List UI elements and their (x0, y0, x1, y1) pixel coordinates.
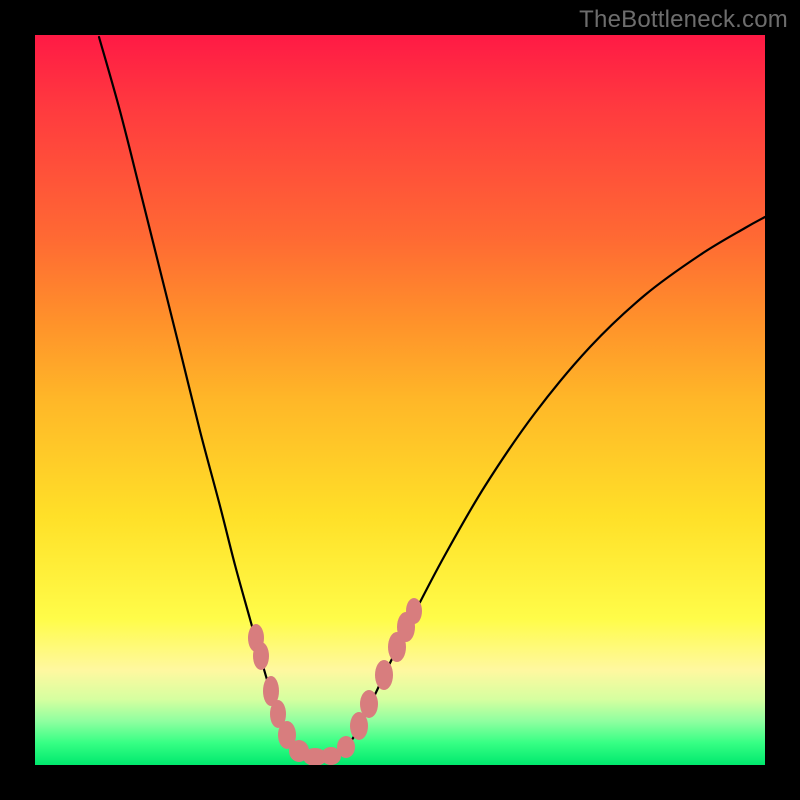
curve-svg (35, 35, 765, 765)
watermark-text: TheBottleneck.com (579, 6, 788, 34)
plot-area (35, 35, 765, 765)
curve-marker (253, 642, 269, 670)
curve-marker (337, 736, 355, 758)
curve-marker (375, 660, 393, 690)
curve-markers (248, 598, 422, 765)
curve-marker (406, 598, 422, 624)
chart-frame: TheBottleneck.com (0, 0, 800, 800)
bottleneck-curve (99, 37, 765, 758)
curve-marker (360, 690, 378, 718)
